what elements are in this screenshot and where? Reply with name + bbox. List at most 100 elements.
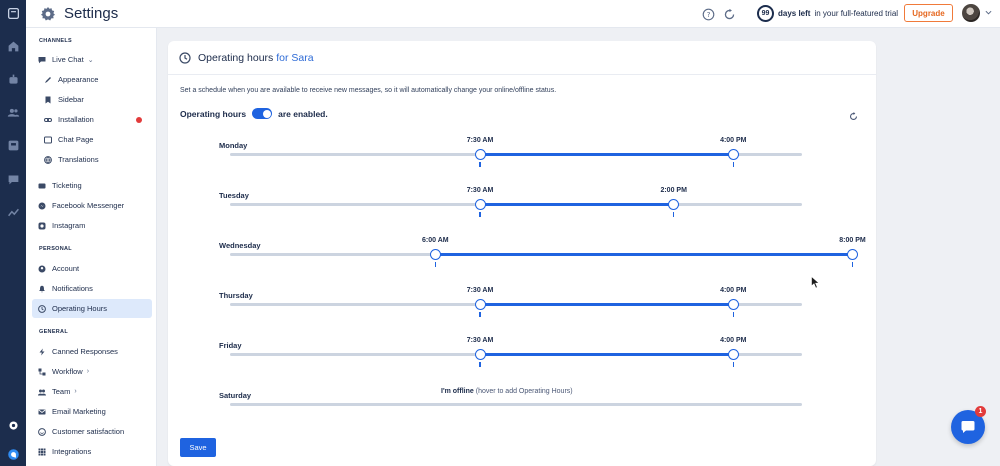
- offline-message: I'm offline (hover to add Operating Hour…: [441, 388, 573, 395]
- workflow-icon: [38, 368, 46, 375]
- sidebar-item-label: Installation: [58, 115, 94, 124]
- section-general: GENERAL: [39, 329, 68, 335]
- chevron-down-icon[interactable]: [985, 9, 992, 16]
- save-button[interactable]: Save: [180, 438, 216, 457]
- time-slider-range: [480, 153, 734, 156]
- start-time-label: 6:00 AM: [422, 237, 449, 244]
- card-title-text: Operating hours: [198, 52, 274, 64]
- sidebar-item-sidebar[interactable]: Sidebar: [32, 90, 152, 109]
- start-time-handle[interactable]: [474, 199, 486, 210]
- day-name: Monday: [219, 141, 248, 150]
- analytics-icon[interactable]: [0, 202, 26, 222]
- sidebar-item-workflow[interactable]: Workflow ›: [32, 362, 152, 381]
- sidebar-item-notifications[interactable]: Notifications: [32, 279, 152, 298]
- schedule-day-row: Tuesday 7:30 AM 2:00 PM: [168, 185, 876, 225]
- avatar[interactable]: [962, 4, 980, 22]
- sidebar-item-translations[interactable]: Translations: [32, 150, 152, 169]
- sidebar-item-chat-page[interactable]: Chat Page: [32, 130, 152, 149]
- sidebar-item-operating-hours[interactable]: Operating Hours: [32, 299, 152, 318]
- sidebar-item-live-chat[interactable]: Live Chat ⌄: [32, 50, 152, 69]
- start-time-tick: [479, 212, 481, 217]
- sidebar-item-ticketing[interactable]: Ticketing: [32, 176, 152, 195]
- start-time-handle[interactable]: [474, 349, 486, 360]
- start-time-label: 7:30 AM: [466, 187, 494, 194]
- day-name: Saturday: [219, 391, 252, 400]
- sidebar-item-customer-satisfaction[interactable]: Customer satisfaction: [32, 422, 152, 441]
- section-personal: PERSONAL: [39, 246, 72, 252]
- time-slider-range: [435, 253, 853, 256]
- end-time-handle[interactable]: [727, 149, 739, 160]
- card-title-user: for Sara: [276, 52, 314, 64]
- sidebar-item-label: Workflow: [52, 367, 83, 376]
- brand-logo-icon[interactable]: [0, 444, 26, 464]
- schedule-day-row: Saturday I'm offline (hover to add Operat…: [168, 385, 876, 425]
- end-time-handle[interactable]: [727, 349, 739, 360]
- bot-icon[interactable]: [0, 69, 26, 89]
- start-time-handle[interactable]: [474, 299, 486, 310]
- top-bar: Settings ? 99 days left in your full-fea…: [26, 0, 1000, 28]
- start-time-handle[interactable]: [429, 249, 441, 260]
- installation-alert-dot: [136, 117, 142, 123]
- sidebar-item-team[interactable]: Team ›: [32, 382, 152, 401]
- schedule-day-row: Monday 7:30 AM 4:00 PM: [168, 135, 876, 175]
- app-rail: [0, 0, 31, 466]
- smile-icon: [38, 427, 46, 436]
- end-time-tick: [732, 162, 734, 167]
- sidebar-item-installation[interactable]: Installation: [32, 110, 152, 129]
- card-description: Set a schedule when you are available to…: [180, 87, 557, 94]
- start-time-handle[interactable]: [474, 149, 486, 160]
- sidebar-item-appearance[interactable]: Appearance: [32, 70, 152, 89]
- schedule-day-row: Friday 7:30 AM 4:00 PM: [168, 335, 876, 375]
- schedule-day-row: Thursday 7:30 AM 4:00 PM: [168, 285, 876, 325]
- sidebar-item-integrations[interactable]: Integrations: [32, 442, 152, 461]
- sidebar-item-facebook-messenger[interactable]: Facebook Messenger: [32, 196, 152, 215]
- settings-gear-icon[interactable]: [0, 415, 26, 435]
- end-time-handle[interactable]: [847, 249, 858, 260]
- end-time-handle[interactable]: [668, 199, 680, 210]
- time-slider-range: [480, 303, 734, 306]
- bell-icon: [39, 285, 45, 293]
- globe-icon: [44, 155, 52, 164]
- trial-days-label: days left: [778, 9, 811, 18]
- sidebar-item-email-marketing[interactable]: Email Marketing: [32, 402, 152, 421]
- lightning-icon: [39, 348, 45, 355]
- logo-square-icon[interactable]: [0, 3, 26, 23]
- sidebar-item-label: Facebook Messenger: [52, 201, 125, 210]
- sidebar-item-account[interactable]: Account: [32, 259, 152, 278]
- home-icon[interactable]: [0, 36, 26, 56]
- bookmark-icon: [45, 96, 51, 103]
- operating-hours-card: Operating hours for Sara Set a schedule …: [168, 41, 876, 466]
- section-channels: CHANNELS: [39, 38, 72, 44]
- sidebar-item-label: Sidebar: [58, 95, 84, 104]
- day-name: Thursday: [219, 291, 253, 300]
- chevron-right-icon: ›: [86, 368, 90, 375]
- toggle-suffix: are enabled.: [278, 108, 328, 119]
- help-icon[interactable]: ?: [702, 8, 715, 21]
- card-title: Operating hours for Sara: [198, 52, 314, 64]
- schedule-day-row: Wednesday 6:00 AM 8:00 PM: [168, 235, 876, 275]
- upgrade-button[interactable]: Upgrade: [904, 4, 953, 22]
- operating-hours-toggle[interactable]: [252, 108, 273, 119]
- sidebar-item-canned-responses[interactable]: Canned Responses: [32, 342, 152, 361]
- time-slider-track[interactable]: [230, 403, 802, 406]
- messages-icon[interactable]: [0, 169, 26, 189]
- sidebar-item-label: Team: [52, 387, 71, 396]
- settings-gear-icon: [41, 6, 55, 20]
- offline-label: I'm offline: [441, 388, 474, 395]
- chat-unread-badge: 1: [975, 406, 986, 417]
- end-time-label: 8:00 PM: [839, 237, 866, 244]
- end-time-handle[interactable]: [727, 299, 739, 310]
- contacts-icon[interactable]: [0, 102, 26, 122]
- end-time-label: 4:00 PM: [720, 137, 747, 144]
- day-name: Wednesday: [219, 241, 261, 250]
- sidebar-item-instagram[interactable]: Instagram: [32, 216, 152, 235]
- sync-icon[interactable]: [723, 8, 736, 21]
- trial-text: in your full-featured trial: [814, 9, 899, 18]
- inbox-icon[interactable]: [0, 135, 26, 155]
- end-time-tick: [851, 262, 854, 267]
- clock-icon: [179, 52, 191, 64]
- time-slider-range: [480, 353, 734, 356]
- toggle-label: Operating hours: [180, 108, 247, 119]
- page-title: Settings: [64, 5, 119, 22]
- refresh-icon[interactable]: [849, 112, 858, 121]
